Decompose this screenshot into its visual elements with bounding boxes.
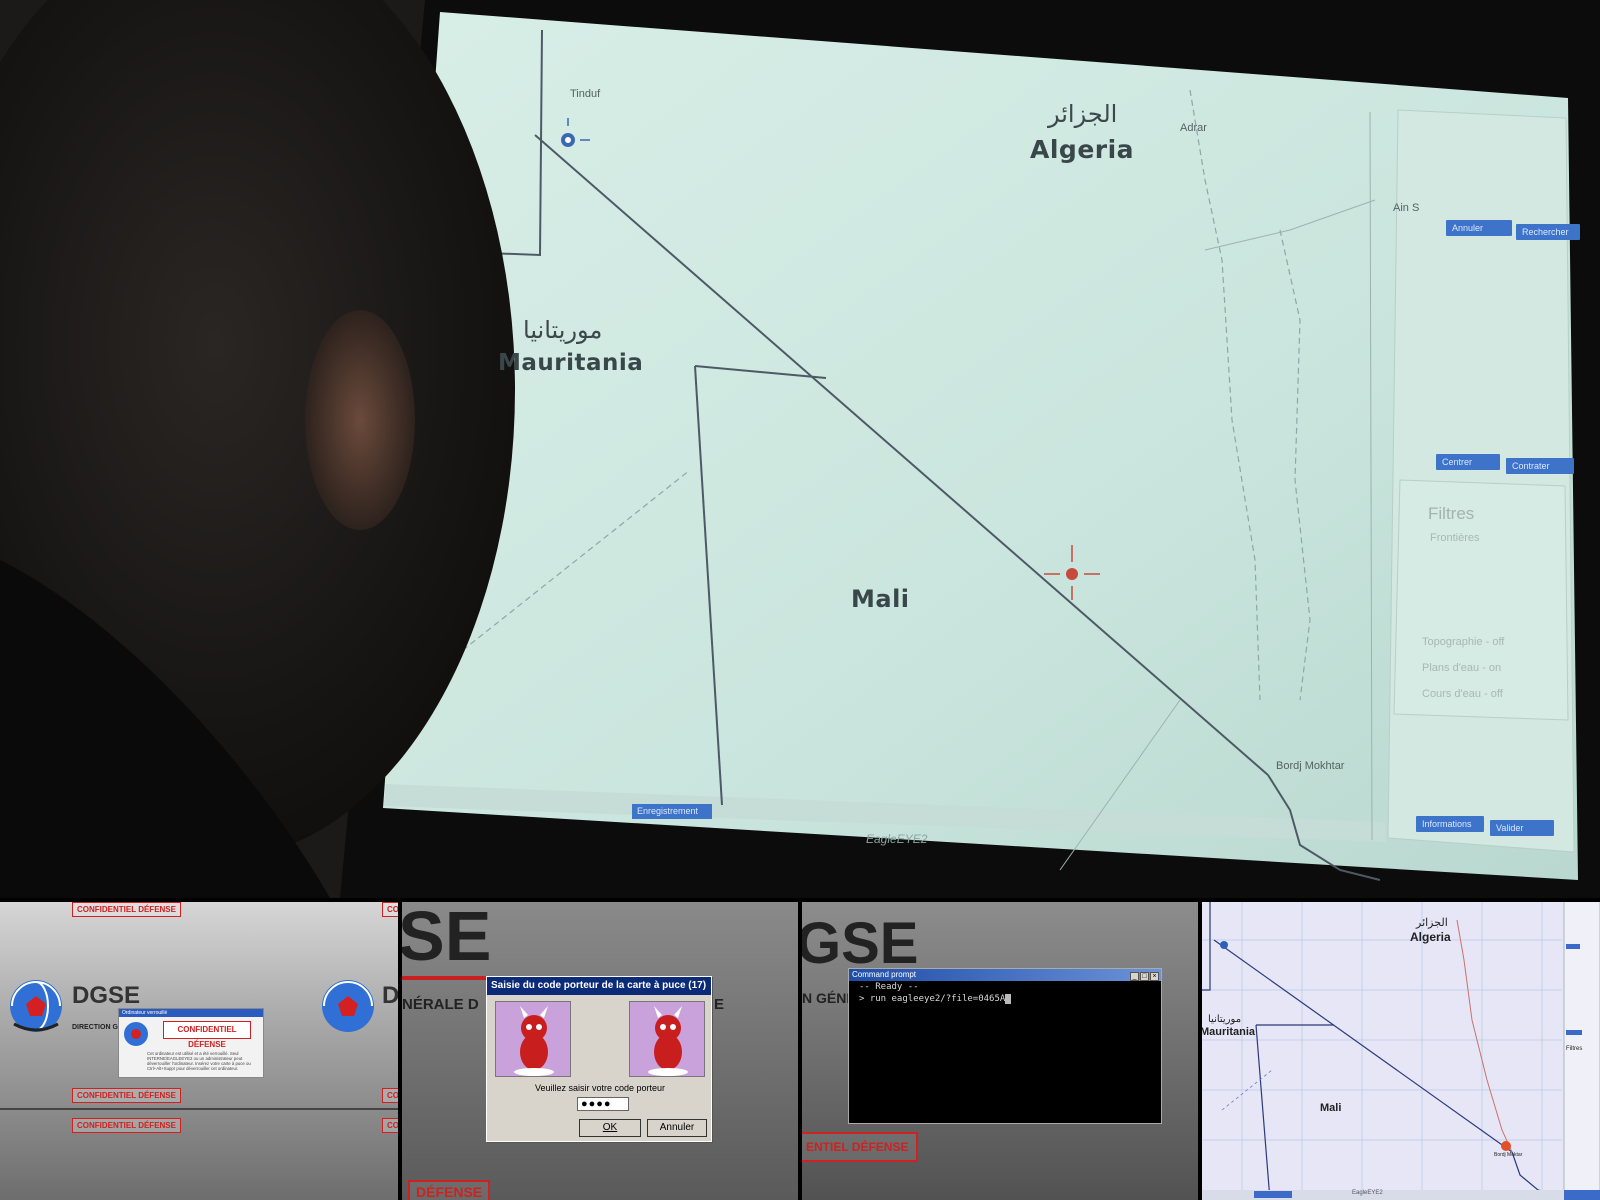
label-algeria: Algeria bbox=[1030, 135, 1135, 164]
taskbar-app-name: EagleEYE2 bbox=[866, 832, 928, 846]
minimize-icon[interactable]: _ bbox=[1130, 972, 1139, 981]
confidential-badge: CONFIDENTIEL DÉFENSE bbox=[382, 902, 398, 917]
dgse-wordmark-cropped: SE bbox=[402, 900, 492, 975]
filter-borders[interactable]: Frontières bbox=[1430, 532, 1480, 544]
cancel-button[interactable]: Annuler bbox=[1446, 220, 1512, 236]
confidential-badge: CONFIDENTIEL DÉFENSE bbox=[382, 1088, 398, 1103]
label-mauritania: Mauritania bbox=[1202, 1026, 1256, 1038]
ok-button[interactable]: OK bbox=[579, 1119, 641, 1137]
maximize-icon[interactable]: □ bbox=[1140, 972, 1149, 981]
lock-message: Cet ordinateur est utilisé et a été verr… bbox=[147, 1051, 251, 1071]
search-button[interactable]: Rechercher bbox=[1516, 224, 1580, 240]
label-mali: Mali bbox=[851, 585, 910, 613]
filters-title: Filtres bbox=[1566, 1046, 1583, 1052]
pin-prompt: Veuillez saisir votre code porteur bbox=[534, 1083, 666, 1093]
dgse-wordmark-cropped: GSE bbox=[802, 911, 919, 976]
composite-image: الجزائر Algeria موريتانيا Mauritania Mal… bbox=[0, 0, 1600, 1200]
dgse-globe-logo-icon bbox=[10, 980, 62, 1032]
cmd-titlebar: Command prompt _ □ × bbox=[849, 969, 1161, 981]
dgse-wordmark: DGSE bbox=[382, 982, 398, 1009]
label-town-bordj: Bordj Moktar bbox=[1494, 1152, 1523, 1158]
label-algeria: Algeria bbox=[1410, 930, 1451, 944]
label-town-adrar: Adrar bbox=[1180, 122, 1207, 134]
lock-screen-logo-icon bbox=[124, 1022, 148, 1046]
thumbnail-map-canvas bbox=[1202, 900, 1600, 1200]
confidential-badge: CONFIDENTIEL DÉFENSE bbox=[72, 1118, 181, 1133]
locked-computer-window: Ordinateur verrouillé CONFIDENTIEL DÉFEN… bbox=[118, 1008, 264, 1078]
cmd-line-command-text: > run eagleeye2/?file=0465A bbox=[859, 994, 1006, 1004]
filter-topography[interactable]: Topographie - off bbox=[1422, 636, 1504, 648]
operator-ear bbox=[305, 310, 415, 530]
center-button[interactable]: Centrer bbox=[1436, 454, 1500, 470]
label-mauritania-arabic: موريتانيا bbox=[523, 316, 603, 344]
validate-button[interactable]: Valider bbox=[1490, 820, 1554, 836]
daemon-mascot-icon bbox=[629, 1001, 705, 1077]
filters-title: Filtres bbox=[1428, 504, 1475, 523]
window-title: Ordinateur verrouillé bbox=[119, 1009, 263, 1017]
panel-map-thumbnail: الجزائر Algeria موريتانيا Mauritania Mal… bbox=[1202, 900, 1600, 1200]
dgse-subtitle-cropped-right: E bbox=[714, 996, 725, 1013]
daemon-mascot-icon bbox=[495, 1001, 571, 1077]
panel-dgse-lock-screen: CONFIDENTIEL DÉFENSE CONFIDENTIEL DÉFENS… bbox=[0, 900, 398, 1200]
label-algeria-arabic: الجزائر bbox=[1048, 100, 1118, 128]
cmd-title: Command prompt bbox=[852, 970, 917, 979]
strip-separator bbox=[798, 900, 802, 1200]
label-town-bordj: Bordj Mokhtar bbox=[1276, 760, 1345, 772]
photo-background bbox=[0, 0, 1600, 898]
confidential-badge: CONFIDENTIEL DÉFENSE bbox=[72, 1088, 181, 1103]
confidential-badge-cropped: ENTIEL DÉFENSE bbox=[802, 1132, 919, 1162]
photo-operator-at-monitor: الجزائر Algeria موريتانيا Mauritania Mal… bbox=[0, 0, 1600, 898]
label-mali: Mali bbox=[1320, 1102, 1342, 1114]
close-icon[interactable]: × bbox=[1150, 972, 1159, 981]
confidential-badge-cropped: DÉFENSE bbox=[408, 1180, 491, 1200]
screen-side-panel: Annuler Rechercher Centrer Contrater Fil… bbox=[1414, 108, 1582, 848]
pin-input[interactable]: ●●●● bbox=[577, 1097, 629, 1111]
smart-card-pin-dialog: Saisie du code porteur de la carte à puc… bbox=[486, 976, 712, 1142]
command-prompt-window: Command prompt _ □ × -- Ready -- > run eag… bbox=[848, 968, 1162, 1124]
cmd-line-ready: -- Ready -- bbox=[859, 982, 919, 992]
strip-separator bbox=[398, 900, 402, 1200]
info-button[interactable]: Informations bbox=[1416, 816, 1484, 832]
taskbar-record-button[interactable]: Enregistrement bbox=[632, 804, 712, 819]
panel-smart-card-pin: SE NÉRALE D E Saisie du code porteur de … bbox=[402, 900, 798, 1200]
red-stripe bbox=[402, 976, 488, 980]
confidential-badge: CONFIDENTIEL DÉFENSE bbox=[72, 902, 181, 917]
dgse-subtitle-cropped: NÉRALE D bbox=[402, 996, 479, 1013]
label-algeria-arabic: الجزائر bbox=[1416, 917, 1448, 929]
dialog-title: Saisie du code porteur de la carte à puc… bbox=[487, 977, 711, 995]
strip-separator bbox=[1198, 900, 1202, 1200]
window-confidential-badge: CONFIDENTIEL DÉFENSE bbox=[163, 1021, 251, 1049]
filter-water-bodies[interactable]: Plans d'eau - on bbox=[1422, 662, 1501, 674]
taskbar-app-name: EagleEYE2 bbox=[1352, 1190, 1383, 1196]
label-town-tinduf: Tinduf bbox=[570, 88, 601, 100]
contract-button[interactable]: Contrater bbox=[1506, 458, 1574, 474]
panel-command-prompt: GSE N GÉNÉ Command prompt _ □ × -- Ready -… bbox=[802, 900, 1198, 1200]
dgse-wordmark: DGSE bbox=[72, 982, 141, 1009]
label-mauritania: Mauritania bbox=[498, 350, 644, 376]
cancel-button[interactable]: Annuler bbox=[647, 1119, 707, 1137]
filter-rivers[interactable]: Cours d'eau - off bbox=[1422, 688, 1503, 700]
cmd-line-command[interactable]: > run eagleeye2/?file=0465A bbox=[849, 993, 1161, 1005]
dgse-globe-logo-icon bbox=[322, 980, 374, 1032]
confidential-badge: CONFIDENTIEL DÉFENSE bbox=[382, 1118, 398, 1133]
divider bbox=[0, 1108, 398, 1110]
label-mauritania-arabic: موريتانيا bbox=[1208, 1014, 1242, 1025]
